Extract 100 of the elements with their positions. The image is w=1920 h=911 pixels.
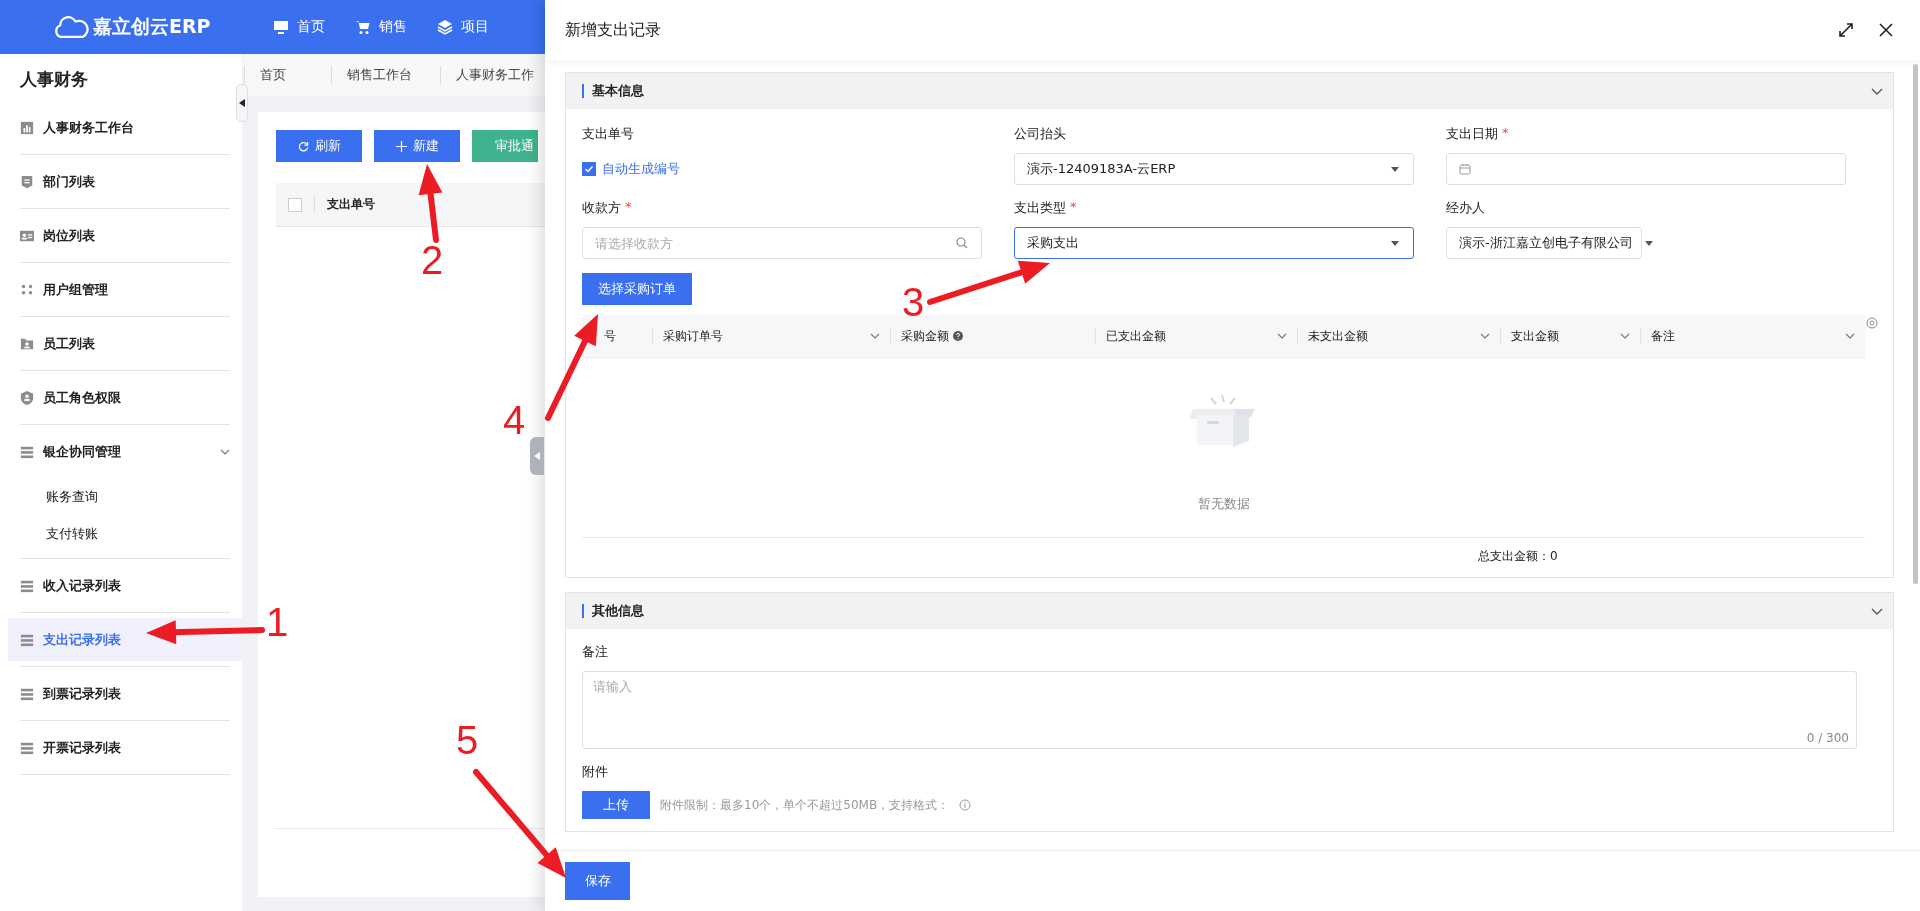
scrollbar[interactable] <box>1913 64 1918 584</box>
cart-icon <box>355 19 371 35</box>
collapse-handle[interactable] <box>530 437 544 475</box>
field-label: 经办人 <box>1446 199 1486 217</box>
list-icon <box>20 632 34 647</box>
sidebar-item[interactable]: 银企协同管理 <box>8 430 242 473</box>
step-number: 5 <box>456 718 479 762</box>
sidebar-subitem[interactable]: 账务查询 <box>20 478 230 515</box>
upload-button[interactable]: 上传 <box>582 791 650 819</box>
step-number: 3 <box>902 280 925 324</box>
settings-icon[interactable] <box>1866 317 1878 329</box>
chevron-icon[interactable] <box>1277 333 1287 339</box>
badge-icon <box>20 174 34 189</box>
sidebar-item[interactable]: 支出记录列表 <box>8 618 242 661</box>
page-tab[interactable]: 销售工作台 <box>331 66 440 84</box>
list-icon <box>20 444 34 459</box>
sidebar-item[interactable]: 开票记录列表 <box>8 726 242 769</box>
nav-menu-item[interactable]: 项目 <box>437 18 489 36</box>
page-tab[interactable]: 首页 <box>244 66 331 84</box>
help-icon <box>953 331 963 341</box>
sidebar-item[interactable]: 岗位列表 <box>8 214 242 257</box>
sidebar-item[interactable]: 人事财务工作台 <box>8 106 242 149</box>
step-number: 1 <box>266 600 289 644</box>
caret-down-icon <box>1391 240 1399 246</box>
column-header: 支出金额 <box>1511 327 1559 345</box>
required-asterisk: * <box>625 199 632 216</box>
layers-icon <box>437 19 453 35</box>
id-card-icon <box>20 228 34 243</box>
chevron-icon[interactable] <box>1620 333 1630 339</box>
search-icon <box>956 237 968 249</box>
list-icon <box>20 578 34 593</box>
chevron-icon[interactable] <box>1480 333 1490 339</box>
checkmark-icon <box>584 164 594 174</box>
attachment-hint-text: 附件限制：最多10个，单个不超过50MB，支持格式： <box>660 796 950 814</box>
select-field[interactable]: 演示-12409183A-云ERP <box>1014 153 1414 185</box>
expand-icon[interactable] <box>1838 22 1854 38</box>
folder-user-icon <box>20 336 34 351</box>
drawer-title: 新增支出记录 <box>565 19 662 41</box>
info-icon <box>959 799 972 811</box>
checkbox-label[interactable]: 自动生成编号 <box>602 160 680 178</box>
sidebar-item[interactable]: 员工列表 <box>8 322 242 365</box>
column-header: 备注 <box>1651 327 1675 345</box>
field-label: 支出类型 * <box>1014 199 1078 217</box>
search-field[interactable]: 请选择收款方 <box>582 227 982 259</box>
chevron-icon[interactable] <box>1845 333 1855 339</box>
plus-icon <box>395 140 407 152</box>
select-field[interactable]: 采购支出 <box>1014 227 1414 259</box>
section-header[interactable]: 基本信息 <box>566 73 1893 109</box>
sidebar-subitem[interactable]: 支付转账 <box>20 515 230 552</box>
collapse-left-icon <box>239 99 245 107</box>
chevron-icon[interactable] <box>870 333 880 339</box>
checkbox[interactable] <box>288 197 302 212</box>
field-label: 公司抬头 <box>1014 125 1067 143</box>
app-logo-text: 嘉立创云ERP <box>93 14 211 39</box>
toolbar-button[interactable]: 新建 <box>374 130 460 162</box>
field-label: 支出日期 * <box>1446 125 1510 143</box>
close-icon[interactable] <box>1878 22 1894 38</box>
empty-state-text: 暂无数据 <box>1197 494 1250 513</box>
field-label: 备注 <box>582 643 609 661</box>
checkbox[interactable] <box>582 162 596 176</box>
section-header[interactable]: 其他信息 <box>566 593 1893 629</box>
shield-icon <box>20 390 34 405</box>
save-button[interactable]: 保存 <box>565 862 630 900</box>
field-label: 附件 <box>582 763 609 781</box>
refresh-icon <box>297 140 309 152</box>
list-icon <box>20 686 34 701</box>
caret-down-icon <box>1644 240 1653 246</box>
character-counter: 0 / 300 <box>1806 731 1849 745</box>
users-icon <box>20 282 34 297</box>
cloud-logo-icon <box>53 15 89 39</box>
sidebar-item[interactable]: 收入记录列表 <box>8 564 242 607</box>
nav-menu-item[interactable]: 销售 <box>355 18 407 36</box>
required-asterisk: * <box>1502 125 1509 142</box>
nav-menu-item[interactable]: 首页 <box>273 18 325 36</box>
column-header: 号 <box>604 327 616 345</box>
section-title: 基本信息 <box>582 84 644 98</box>
calendar-icon <box>1459 163 1471 175</box>
column-header: 采购订单号 <box>663 327 723 345</box>
toolbar-button[interactable]: 刷新 <box>276 130 362 162</box>
sidebar-item[interactable]: 到票记录列表 <box>8 672 242 715</box>
field-label: 支出单号 <box>582 125 635 143</box>
collapse-handle[interactable] <box>236 84 248 122</box>
monitor-icon <box>273 19 289 35</box>
sidebar-item[interactable]: 部门列表 <box>8 160 242 203</box>
date-field[interactable] <box>1446 153 1846 185</box>
caret-down-icon <box>1391 166 1399 172</box>
column-header: 已支出金额 <box>1106 327 1166 345</box>
step-number: 2 <box>421 238 444 282</box>
column-header: 支出单号 <box>314 196 375 213</box>
collapse-left-icon <box>534 452 540 460</box>
column-header: 未支出金额 <box>1308 327 1368 345</box>
required-asterisk: * <box>1070 199 1077 216</box>
bar-chart-icon <box>20 120 34 135</box>
sidebar-title: 人事财务 <box>19 68 89 91</box>
sidebar-item[interactable]: 用户组管理 <box>8 268 242 311</box>
step-number: 4 <box>503 398 526 442</box>
section-title: 其他信息 <box>582 604 644 618</box>
sidebar-item[interactable]: 员工角色权限 <box>8 376 242 419</box>
field-label: 收款方 * <box>582 199 633 217</box>
select-purchase-order-button[interactable]: 选择采购订单 <box>582 273 692 305</box>
